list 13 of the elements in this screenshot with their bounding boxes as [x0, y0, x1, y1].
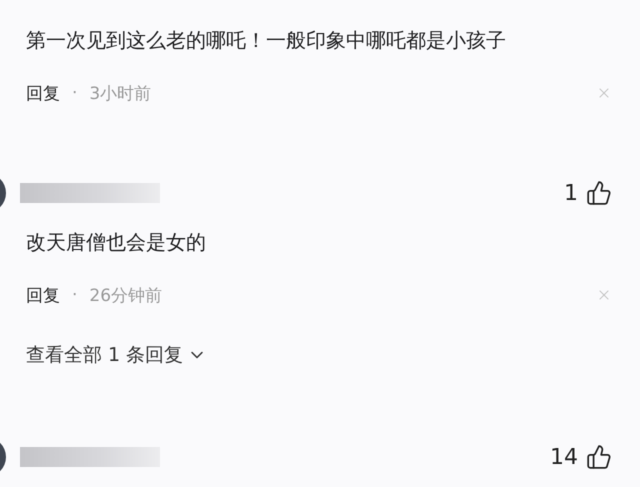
like-count: 1: [564, 180, 578, 206]
separator-dot: ·: [72, 285, 78, 305]
reply-link[interactable]: 回复: [26, 284, 60, 306]
comment-time: 3小时前: [89, 82, 152, 104]
view-replies-button[interactable]: 查看全部 1 条回复: [26, 341, 208, 369]
thumbs-up-icon[interactable]: [586, 444, 612, 470]
separator-dot: ·: [72, 83, 78, 103]
comment-text: 第一次见到这么老的哪吒！一般印象中哪吒都是小孩子: [26, 27, 507, 54]
thumbs-up-icon[interactable]: [586, 180, 612, 206]
reply-link[interactable]: 回复: [26, 82, 60, 104]
comment-time: 26分钟前: [89, 284, 162, 306]
comment-text: 改天唐僧也会是女的: [26, 229, 207, 256]
like-count: 14: [550, 444, 578, 470]
